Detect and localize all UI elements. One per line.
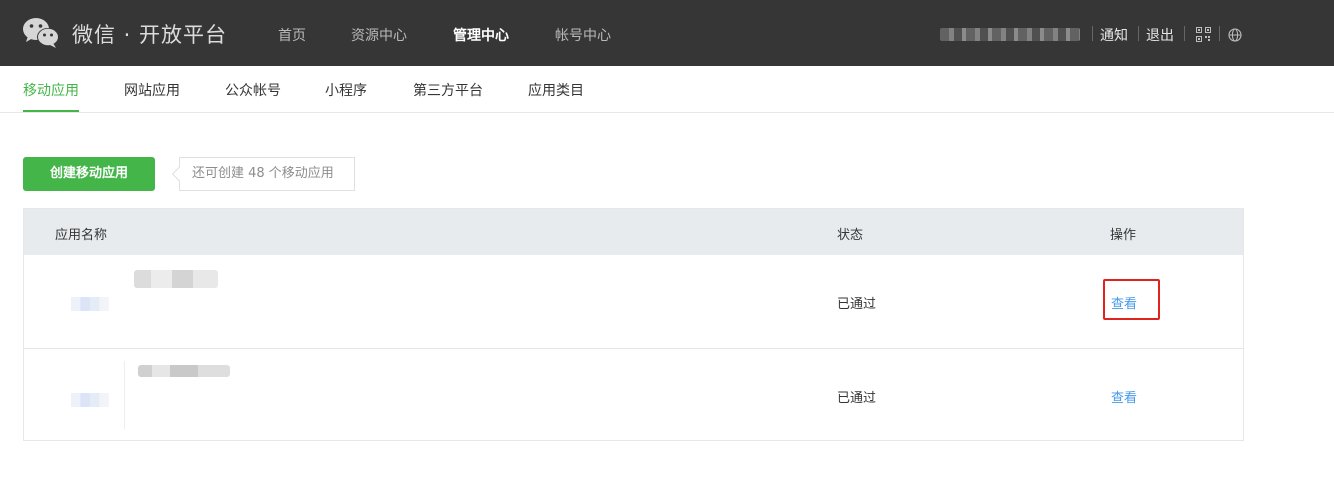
- table-header: 应用名称 状态 操作: [24, 209, 1243, 255]
- tab-mobile-apps[interactable]: 移动应用: [23, 80, 79, 100]
- nav-management[interactable]: 管理中心: [453, 25, 509, 45]
- brand-title: 微信 · 开放平台: [72, 23, 228, 47]
- divider: [1184, 26, 1185, 41]
- logout-link[interactable]: 退出: [1146, 25, 1174, 45]
- remaining-quota-hint: 还可创建 48 个移动应用: [179, 157, 355, 191]
- sub-tabs: 移动应用 网站应用 公众帐号 小程序 第三方平台 应用类目: [0, 66, 1334, 113]
- divider: [1138, 26, 1139, 41]
- tab-mini-programs[interactable]: 小程序: [325, 80, 367, 100]
- column-app-name: 应用名称: [55, 228, 108, 243]
- app-name: [138, 365, 230, 377]
- nav-account[interactable]: 帐号中心: [555, 25, 611, 45]
- app-name: [134, 270, 218, 288]
- create-mobile-app-button[interactable]: 创建移动应用: [23, 157, 155, 191]
- table-row: 已通过 查看: [24, 348, 1243, 441]
- divider: [1219, 26, 1220, 41]
- top-bar: 微信 · 开放平台 首页 资源中心 管理中心 帐号中心 通知 退出: [0, 0, 1334, 66]
- wechat-logo-icon[interactable]: [22, 17, 60, 49]
- divider: [1092, 26, 1093, 41]
- nav-resources[interactable]: 资源中心: [351, 25, 407, 45]
- tab-app-categories[interactable]: 应用类目: [528, 80, 584, 100]
- highlight-annotation-box: [1103, 279, 1160, 320]
- status-text: 已通过: [837, 297, 877, 312]
- view-link[interactable]: 查看: [1111, 387, 1137, 406]
- status-text: 已通过: [837, 391, 877, 406]
- column-action: 操作: [1110, 228, 1137, 243]
- active-tab-indicator: [23, 110, 79, 112]
- tab-third-party-platform[interactable]: 第三方平台: [413, 80, 483, 100]
- app-icon: [57, 361, 125, 429]
- tab-official-accounts[interactable]: 公众帐号: [225, 80, 281, 100]
- app-table: 应用名称 状态 操作 已通过 查看 已通过 查看: [23, 208, 1244, 441]
- user-account-name[interactable]: [940, 28, 1080, 41]
- qr-code-icon[interactable]: [1196, 27, 1211, 42]
- nav-home[interactable]: 首页: [278, 25, 306, 45]
- table-row: 已通过 查看: [24, 255, 1243, 348]
- tab-website-apps[interactable]: 网站应用: [124, 80, 180, 100]
- app-icon: [57, 265, 125, 333]
- notify-link[interactable]: 通知: [1100, 25, 1128, 45]
- column-status: 状态: [837, 228, 864, 243]
- globe-icon[interactable]: [1228, 28, 1242, 42]
